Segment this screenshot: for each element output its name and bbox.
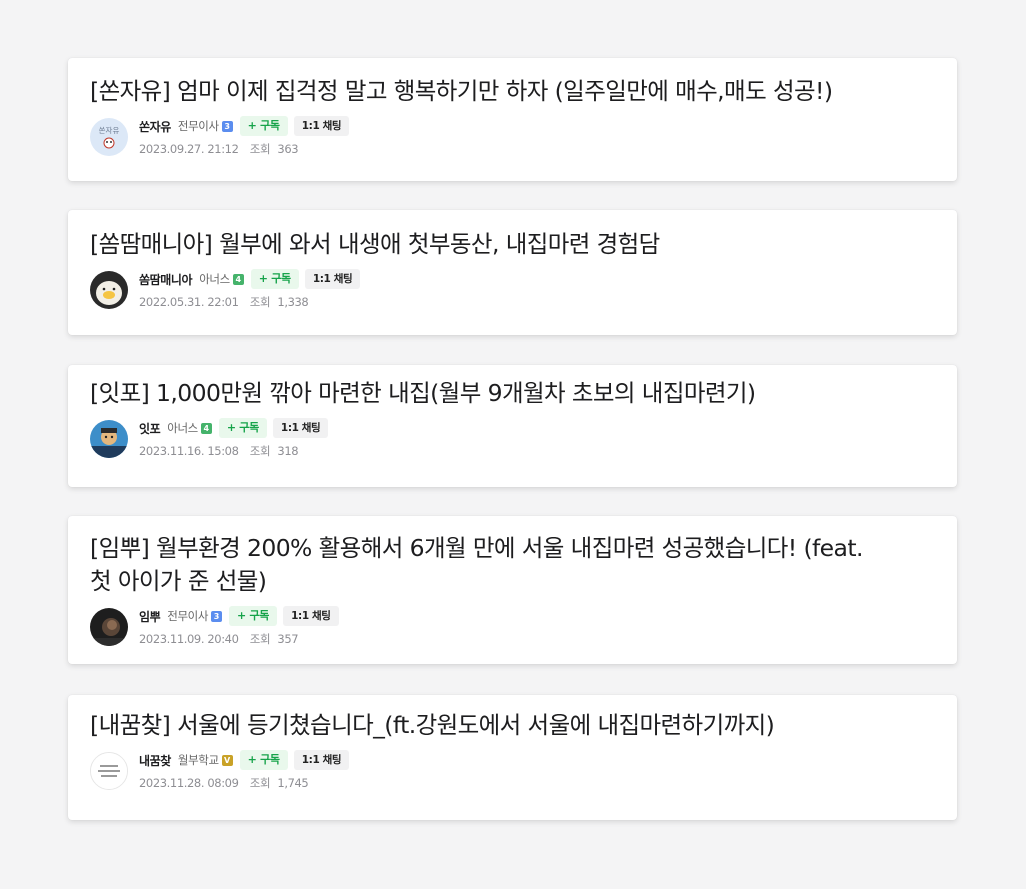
chat-button[interactable]: 1:1 채팅 <box>293 750 350 770</box>
avatar[interactable]: 쏜자유 <box>90 118 128 156</box>
chat-button[interactable]: 1:1 채팅 <box>283 606 339 626</box>
post-title[interactable]: [잇포] 1,000만원 깎아 마련한 내집(월부 9개월차 초보의 내집마련기… <box>90 377 945 410</box>
grade-badge-icon: 4 <box>200 422 212 434</box>
views-label: 조회 <box>249 142 271 156</box>
post-date: 2022.05.31. 22:01 <box>139 295 239 309</box>
post-card[interactable]: [잇포] 1,000만원 깎아 마련한 내집(월부 9개월차 초보의 내집마련기… <box>68 365 957 487</box>
egg-character-icon <box>90 271 128 309</box>
views-label: 조회 <box>249 632 271 646</box>
avatar[interactable] <box>90 752 128 790</box>
post-date: 2023.09.27. 21:12 <box>139 142 239 156</box>
grade-badge-icon: 3 <box>221 120 233 132</box>
subscribe-button[interactable]: + 구독 <box>239 116 288 136</box>
subscribe-button[interactable]: + 구독 <box>218 418 267 438</box>
views-label: 조회 <box>249 776 271 790</box>
avatar[interactable] <box>90 420 128 458</box>
post-date: 2023.11.09. 20:40 <box>139 632 239 646</box>
author-grade: 월부학교 <box>177 753 219 767</box>
post-info: 2023.09.27. 21:12 조회 363 <box>139 141 299 157</box>
author-nickname[interactable]: 임뿌 <box>139 608 161 625</box>
author-line: 내꿈찾 월부학교 V + 구독 1:1 채팅 <box>139 750 350 770</box>
post-info: 2022.05.31. 22:01 조회 1,338 <box>139 294 309 310</box>
author-line: 쏜자유 전무이사 3 + 구독 1:1 채팅 <box>139 116 350 136</box>
author-grade: 아너스 <box>167 421 198 435</box>
author-grade: 전무이사 <box>177 119 219 133</box>
author-nickname[interactable]: 쏨땀매니아 <box>139 271 193 288</box>
post-title[interactable]: [쏨땀매니아] 월부에 와서 내생애 첫부동산, 내집마련 경험담 <box>90 228 945 261</box>
author-grade: 아너스 <box>199 272 230 286</box>
post-info: 2023.11.09. 20:40 조회 357 <box>139 631 299 647</box>
post-title[interactable]: [임뿌] 월부환경 200% 활용해서 6개월 만에 서울 내집마련 성공했습니… <box>90 532 880 598</box>
post-info: 2023.11.16. 15:08 조회 318 <box>139 443 299 459</box>
author-line: 임뿌 전무이사 3 + 구독 1:1 채팅 <box>139 606 339 626</box>
avatar[interactable] <box>90 608 128 646</box>
views-count: 1,338 <box>277 295 309 309</box>
chat-button[interactable]: 1:1 채팅 <box>272 418 329 438</box>
avatar-illustration-icon: 쏜자유 <box>90 118 128 156</box>
subscribe-button[interactable]: + 구독 <box>229 606 278 626</box>
post-meta: 쏜자유 쏜자유 전무이사 3 + 구독 1:1 채팅 2023.09.27. 2… <box>90 116 945 160</box>
subscribe-button[interactable]: + 구독 <box>239 750 288 770</box>
avatar-text: 쏜자유 <box>99 126 120 135</box>
character-illustration-icon <box>90 420 128 458</box>
post-meta: 쏨땀매니아 아너스 4 + 구독 1:1 채팅 2022.05.31. 22:0… <box>90 269 945 313</box>
photo-avatar-icon <box>90 608 128 646</box>
views-label: 조회 <box>249 295 271 309</box>
post-title[interactable]: [내꿈찾] 서울에 등기쳤습니다_(ft.강원도에서 서울에 내집마련하기까지) <box>90 709 945 742</box>
views-count: 363 <box>277 142 299 156</box>
post-card[interactable]: [내꿈찾] 서울에 등기쳤습니다_(ft.강원도에서 서울에 내집마련하기까지)… <box>68 695 957 820</box>
views-count: 357 <box>277 632 299 646</box>
grade-badge-icon: 4 <box>232 273 244 285</box>
post-title[interactable]: [쏜자유] 엄마 이제 집걱정 말고 행복하기만 하자 (일주일만에 매수,매도… <box>90 75 945 108</box>
author-line: 쏨땀매니아 아너스 4 + 구독 1:1 채팅 <box>139 269 361 289</box>
avatar[interactable] <box>90 271 128 309</box>
post-date: 2023.11.16. 15:08 <box>139 444 239 458</box>
chat-button[interactable]: 1:1 채팅 <box>304 269 361 289</box>
author-nickname[interactable]: 쏜자유 <box>139 118 171 135</box>
chat-button[interactable]: 1:1 채팅 <box>293 116 350 136</box>
post-date: 2023.11.28. 08:09 <box>139 776 239 790</box>
views-count: 318 <box>277 444 299 458</box>
views-label: 조회 <box>249 444 271 458</box>
author-nickname[interactable]: 내꿈찾 <box>139 752 171 769</box>
views-count: 1,745 <box>277 776 309 790</box>
post-card[interactable]: [임뿌] 월부환경 200% 활용해서 6개월 만에 서울 내집마련 성공했습니… <box>68 516 957 664</box>
subscribe-button[interactable]: + 구독 <box>250 269 299 289</box>
post-card[interactable]: [쏜자유] 엄마 이제 집걱정 말고 행복하기만 하자 (일주일만에 매수,매도… <box>68 58 957 181</box>
text-logo-icon <box>91 753 127 789</box>
author-line: 잇포 아너스 4 + 구독 1:1 채팅 <box>139 418 329 438</box>
post-meta: 내꿈찾 월부학교 V + 구독 1:1 채팅 2023.11.28. 08:09… <box>90 750 945 794</box>
post-meta: 임뿌 전무이사 3 + 구독 1:1 채팅 2023.11.09. 20:40 … <box>90 606 945 650</box>
grade-badge-icon: 3 <box>211 610 223 622</box>
post-card[interactable]: [쏨땀매니아] 월부에 와서 내생애 첫부동산, 내집마련 경험담 쏨땀매니아 … <box>68 210 957 335</box>
author-grade: 전무이사 <box>167 609 209 623</box>
grade-badge-icon: V <box>221 754 233 766</box>
author-nickname[interactable]: 잇포 <box>139 420 161 437</box>
post-meta: 잇포 아너스 4 + 구독 1:1 채팅 2023.11.16. 15:08 조… <box>90 418 945 462</box>
post-info: 2023.11.28. 08:09 조회 1,745 <box>139 775 309 791</box>
